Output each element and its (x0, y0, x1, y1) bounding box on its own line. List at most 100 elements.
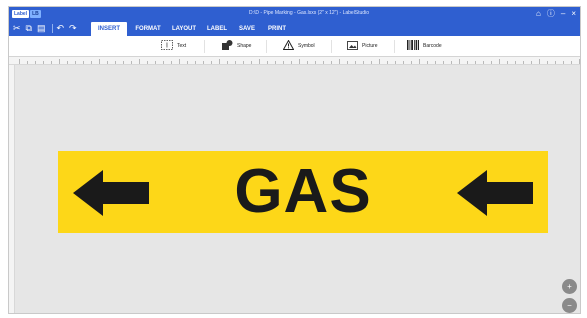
ruler-tick (259, 59, 260, 64)
ruler-tick (147, 61, 148, 64)
ruler-tick (491, 61, 492, 64)
cut-icon[interactable]: ✂ (13, 20, 21, 36)
ruler-tick (235, 61, 236, 64)
ruler-tick (531, 61, 532, 64)
close-button[interactable]: × (571, 7, 576, 20)
ruler-tick (307, 61, 308, 64)
insert-symbol-button[interactable]: Symbol (282, 39, 315, 53)
logo-label: Label (12, 9, 30, 18)
ruler-tick (19, 59, 20, 64)
tab-insert[interactable]: INSERT (91, 22, 127, 36)
insert-text-button[interactable]: I Text (161, 39, 186, 53)
zoom-in-button[interactable]: + (562, 279, 577, 294)
paste-icon[interactable]: ▤ (37, 20, 46, 36)
ruler-tick (323, 61, 324, 64)
ruler-tick (299, 59, 300, 64)
copy-icon[interactable]: ⧉ (26, 20, 32, 36)
text-box-icon: I (161, 40, 173, 52)
home-icon[interactable]: ⌂ (536, 7, 541, 20)
tab-save[interactable]: SAVE (235, 22, 259, 36)
titlebar-controls: ⌂ ⓘ – × (530, 7, 576, 20)
ruler-tick (75, 61, 76, 64)
ruler-tick (83, 61, 84, 64)
shape-label: Shape (237, 43, 252, 49)
ruler-tick (59, 59, 60, 64)
ruler-tick (27, 61, 28, 64)
quick-access-toolbar: ✂ ⧉ ▤ ↶ ↷ (13, 20, 82, 36)
ruler-tick (107, 61, 108, 64)
ruler-tick (35, 61, 36, 64)
ruler-tick (339, 59, 340, 64)
ruler-tick (251, 61, 252, 64)
ruler-tick (443, 61, 444, 64)
zoom-out-button[interactable]: − (562, 298, 577, 313)
toolbar-divider (51, 23, 53, 33)
ruler-tick (331, 61, 332, 64)
ruler-tick (555, 61, 556, 64)
title-bar: Label LB D:\D - Pipe Marking - Gas.lsxs … (9, 7, 580, 20)
tab-format[interactable]: FORMAT (132, 22, 164, 36)
help-icon[interactable]: ⓘ (547, 7, 555, 20)
app-logo: Label LB (12, 9, 41, 18)
ruler-tick (51, 61, 52, 64)
ruler-tick (467, 61, 468, 64)
ruler-tick (67, 61, 68, 64)
barcode-icon (407, 40, 419, 52)
warning-symbol-icon (282, 39, 295, 52)
ruler-tick (203, 61, 204, 64)
ruler-tick (403, 61, 404, 64)
picture-icon (347, 40, 358, 52)
ruler-tick (539, 59, 540, 64)
undo-icon[interactable]: ↶ (57, 20, 65, 36)
ruler-tick (579, 59, 580, 64)
ruler-tick (267, 61, 268, 64)
window-title: D:\D - Pipe Marking - Gas.lsxs (2" x 12"… (249, 10, 369, 16)
tab-layout[interactable]: LAYOUT (169, 22, 199, 36)
shape-icon (222, 40, 233, 52)
ruler-tick (387, 61, 388, 64)
ruler-tick (219, 59, 220, 64)
ruler-tick (139, 59, 140, 64)
ruler-tick (355, 61, 356, 64)
ruler-tick (563, 61, 564, 64)
logo-badge: LB (30, 9, 41, 18)
insert-barcode-button[interactable]: Barcode (407, 39, 442, 53)
ruler-tick (211, 61, 212, 64)
barcode-label: Barcode (423, 43, 442, 49)
tab-label[interactable]: LABEL (204, 22, 230, 36)
insert-picture-button[interactable]: Picture (347, 39, 378, 53)
arrow-left-icon[interactable] (457, 170, 533, 216)
pipe-marker-label[interactable]: GAS (58, 151, 548, 233)
ruler-tick (547, 61, 548, 64)
ruler-tick (371, 61, 372, 64)
ruler-tick (187, 61, 188, 64)
ruler-tick (427, 61, 428, 64)
ruler-tick (291, 61, 292, 64)
ruler-tick (411, 61, 412, 64)
ruler-tick (195, 61, 196, 64)
tab-print[interactable]: PRINT (264, 22, 290, 36)
ruler-tick (275, 61, 276, 64)
ruler-tick (315, 61, 316, 64)
ribbon-divider (204, 40, 205, 53)
ruler-tick (395, 61, 396, 64)
ruler-tick (435, 61, 436, 64)
ruler-tick (523, 61, 524, 64)
minimize-button[interactable]: – (561, 7, 565, 20)
ruler-tick (515, 61, 516, 64)
picture-label: Picture (362, 43, 378, 49)
ruler-tick (363, 61, 364, 64)
ruler-tick (243, 61, 244, 64)
redo-icon[interactable]: ↷ (69, 20, 77, 36)
ribbon: I Text Shape Symbol Picture Barcode (9, 36, 580, 57)
ruler-tick (571, 61, 572, 64)
ruler-tick (91, 61, 92, 64)
ruler-tick (43, 61, 44, 64)
ruler-tick (163, 61, 164, 64)
ruler-tick (179, 59, 180, 64)
ribbon-divider (394, 40, 395, 53)
horizontal-ruler (9, 57, 580, 65)
ruler-tick (507, 61, 508, 64)
insert-shape-button[interactable]: Shape (222, 39, 251, 53)
text-label: Text (177, 43, 187, 49)
